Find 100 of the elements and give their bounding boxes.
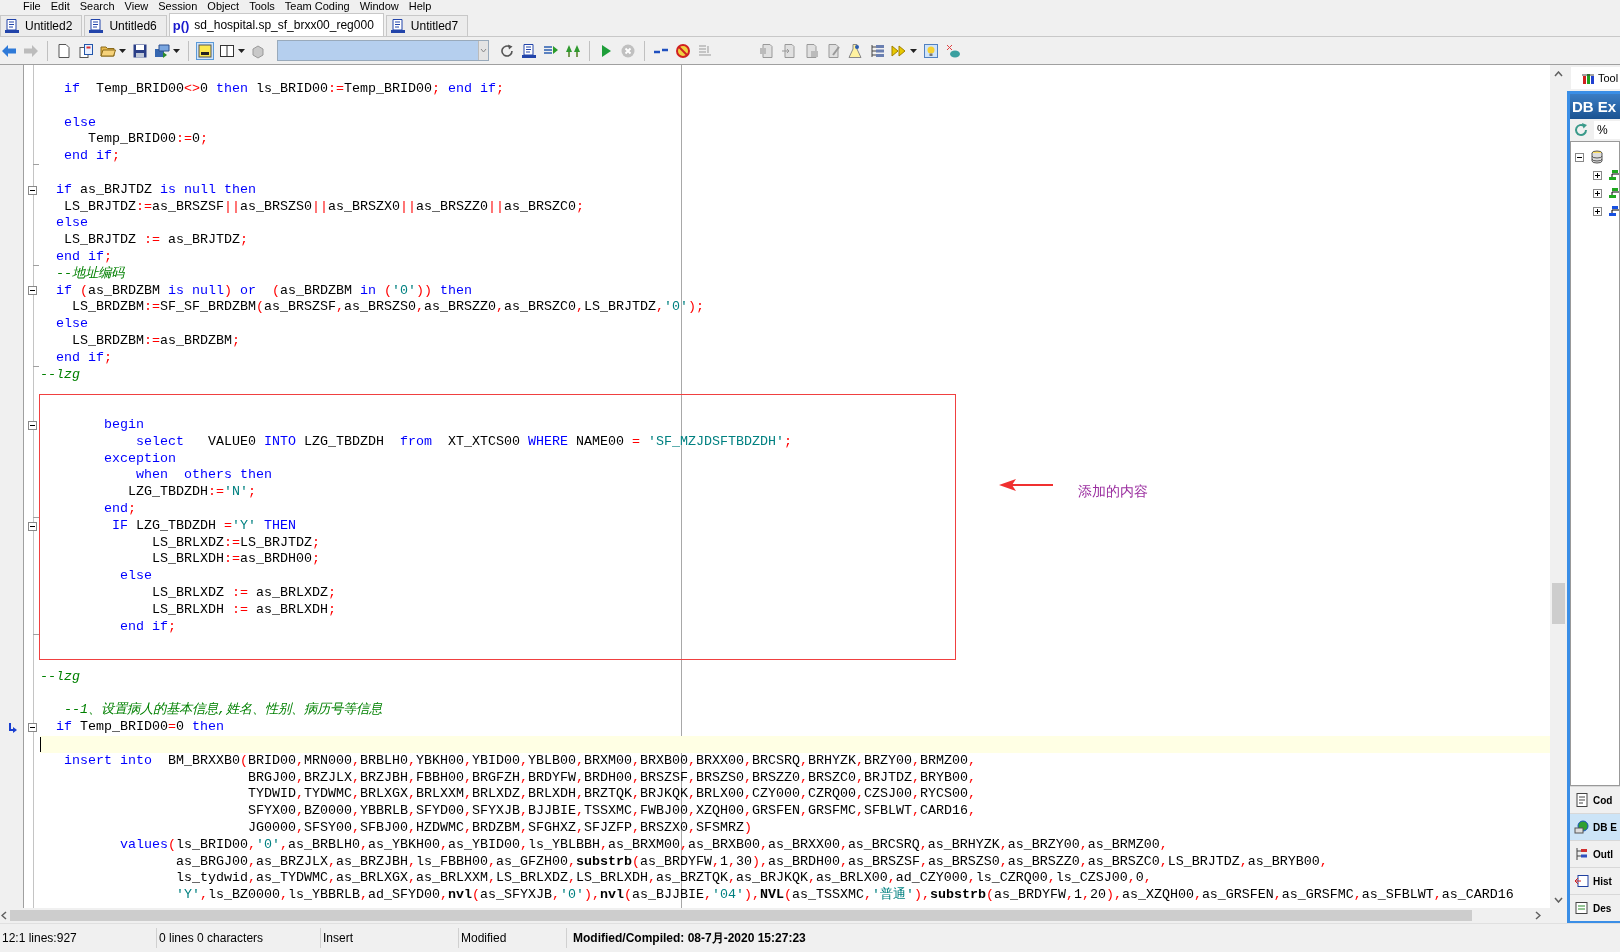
code-line: BRGJ00,BRZJLX,BRZJBH,FBBH00,BRGFZH,BRDYFW,BRDH00,BRSZSF,BRSZS0,BRSZZ0,BRSZC0,BRJTDZ,BRYB00,	[248, 769, 976, 787]
code-line: begin	[104, 416, 144, 434]
code-line: end if;	[120, 618, 176, 636]
outline-icon[interactable]	[869, 42, 885, 59]
code-line: --lzg	[40, 668, 80, 686]
tools-icon	[1581, 71, 1595, 85]
expand-icon[interactable]	[1593, 170, 1602, 180]
code-line: end;	[104, 500, 136, 518]
menu-item[interactable]: Team Coding	[279, 0, 355, 13]
flask-icon[interactable]	[847, 42, 863, 59]
code-line: else	[120, 568, 152, 585]
collapse-icon[interactable]	[27, 521, 37, 531]
code-line: values(ls_BRID00,'0',as_BRBLH0,as_YBKH00,as_YBID00,ls_YBLBBH,as_BRXM00,as_BRXB00,as_BRXX00,as_BRCSRQ,as_BRHYZK,as_BRZY00,as_BRMZ00,	[120, 836, 1168, 854]
code-line: else	[56, 316, 88, 333]
code-line: IF LZG_TBDZDH ='Y' THEN	[112, 517, 296, 535]
outline-icon	[1574, 846, 1590, 862]
code-line: if as_BRJTDZ is null then	[56, 181, 256, 199]
scrollbar-thumb[interactable]	[10, 910, 1472, 921]
editor-tab[interactable]: Untitled6	[84, 15, 167, 36]
code-line: --lzg	[40, 366, 80, 384]
collapse-icon[interactable]	[27, 185, 37, 195]
script-icon	[4, 18, 20, 34]
code-line: LS_BRLXDH := as_BRLXDH;	[152, 601, 336, 619]
database-icon	[1591, 150, 1603, 164]
collapse-icon[interactable]	[27, 420, 37, 430]
code-line: else	[56, 215, 88, 233]
code-line: as_BRGJ00,as_BRZJLX,as_BRZJBH,ls_FBBH00,as_GFZH00,substrb(as_BRDYFW,1,30),as_BRDH00,as_BRSZSF,as_BRSZS0,as_BRSZZ0,as_BRSZC0,LS_BRJTDZ,as_BRYB00,	[176, 853, 1328, 871]
script-icon[interactable]	[521, 42, 537, 59]
panel-tab[interactable]: Hist	[1570, 867, 1620, 894]
script-icon	[389, 18, 406, 34]
panel-title: Tool	[1598, 72, 1619, 84]
code-line: LS_BRDZBM:=as_BRDZBM;	[72, 332, 240, 350]
documents-icon[interactable]	[78, 42, 94, 59]
expand-icon[interactable]	[1593, 188, 1602, 198]
code-line: --地址编码	[56, 265, 124, 283]
code-line: Temp_BRID00:=0;	[88, 131, 208, 149]
refresh-icon[interactable]	[1573, 122, 1589, 138]
code-line: select VALUE0 INTO LZG_TBDZDH from XT_XTCS00 WHERE NAME00 = 'SF_MZJDSFTBDZDH';	[136, 433, 792, 451]
editor-tab[interactable]: Untitled7	[385, 15, 469, 36]
menu-item[interactable]: Search	[74, 0, 120, 13]
highlight-icon[interactable]	[197, 42, 213, 59]
prohibited-icon[interactable]	[675, 42, 691, 59]
code-line: SFYX00,BZ0000,YBBRLB,SFYD00,SFYXJB,BJJBIE,TSSXMC,FWBJ00,XZQH00,GRSFEN,GRSFMC,SFBLWT,CARD16,	[248, 803, 976, 821]
code-line: LS_BRDZBM:=SF_SF_BRDZBM(as_BRSZSF,as_BRSZS0,as_BRSZZ0,as_BRSZC0,LS_BRJTDZ,'0');	[72, 299, 704, 317]
code-line: TYDWID,TYDWMC,BRLXGX,BRLXXM,BRLXDZ,BRLXDH,BRZTQK,BRJKQK,BRLX00,CZY000,CZRQ00,CZSJ00,RYCS00,	[248, 786, 976, 804]
code-line: LZG_TBDZDH:='N';	[128, 484, 256, 501]
code-line: when others then	[136, 467, 272, 485]
scrollbar-thumb[interactable]	[1552, 583, 1565, 624]
code-line: end if;	[56, 349, 112, 367]
menu-item[interactable]: Object	[202, 0, 245, 13]
filter-field[interactable]: %	[1594, 121, 1620, 139]
chevron-right-icon[interactable]	[1535, 911, 1541, 920]
code-line: insert into BM_BRXXB0(BRID00,MRN000,BRBLH0,YBKH00,YBID00,YBLB00,BRXM00,BRXB00,BRXX00,BRCSRQ,BRHYZK,BRZY00,BRMZ00,	[64, 752, 976, 770]
code-line: LS_BRJTDZ:=as_BRSZSF||as_BRSZS0||as_BRSZX0||as_BRSZZ0||as_BRSZC0;	[64, 198, 584, 216]
panel-tab[interactable]: DB E	[1570, 813, 1620, 840]
expand-icon[interactable]	[1593, 206, 1602, 216]
panel-tab[interactable]: Outl	[1570, 840, 1620, 867]
collapse-icon[interactable]	[1575, 152, 1584, 162]
status-field: Insert	[321, 928, 459, 948]
caret-icon[interactable]	[119, 48, 126, 53]
panel-tab[interactable]: Des	[1570, 894, 1620, 921]
menu-item[interactable]: View	[119, 0, 154, 13]
editor-tab[interactable]: Untitled2	[0, 15, 83, 36]
menu-item[interactable]: Tools	[244, 0, 280, 13]
code-line: if Temp_BRID00<>0 then ls_BRID00:=Temp_BRID00; end if;	[64, 81, 504, 98]
code-line: exception	[104, 450, 176, 468]
code-line: LS_BRLXDH:=as_BRDH00;	[152, 551, 320, 569]
history-icon	[1574, 873, 1590, 889]
editor-tab[interactable]: p() sd_hospital.sp_sf_brxx00_reg000	[168, 13, 384, 36]
code-line: end if;	[64, 148, 120, 165]
code-line: --1、设置病人的基本信息,姓名、性别、病历号等信息	[64, 702, 382, 720]
menu-item[interactable]: Window	[354, 0, 404, 13]
refresh-icon[interactable]	[499, 42, 515, 59]
menu-item[interactable]: Help	[403, 0, 437, 13]
code-line: LS_BRJTDZ := as_BRJTDZ;	[64, 232, 248, 249]
chevron-down-icon[interactable]	[1554, 897, 1563, 903]
caret-icon[interactable]	[910, 48, 917, 53]
code-icon	[1574, 792, 1590, 808]
menu-item[interactable]: Edit	[45, 0, 75, 13]
stack-icon[interactable]	[154, 42, 170, 59]
collapse-icon[interactable]	[27, 286, 37, 296]
code-line: LS_BRLXDZ:=LS_BRJTDZ;	[152, 534, 320, 552]
code-line: if (as_BRDZBM is null) or (as_BRDZBM in ('0')) then	[56, 282, 472, 300]
collapse-icon[interactable]	[27, 723, 37, 733]
caret-icon[interactable]	[173, 48, 180, 53]
chevron-up-icon[interactable]	[1554, 71, 1563, 77]
status-field: 12:1 lines:927	[0, 928, 157, 948]
text-cursor	[40, 737, 41, 753]
menu-item[interactable]: File	[18, 0, 46, 13]
annotation-label: 添加的内容	[1078, 483, 1148, 501]
new-page-icon[interactable]	[56, 42, 72, 59]
code-line: ls_tydwid,as_TYDWMC,as_BRLXGX,as_BRLXXM,LS_BRLXDZ,LS_BRLXDH,as_BRZTQK,as_BRJKQK,as_BRLX00,ad_CZY000,ls_CZRQ00,ls_CZSJ00,0,	[176, 870, 1152, 887]
bulb-icon[interactable]	[923, 42, 939, 59]
chevron-down-icon	[478, 41, 488, 60]
chevron-left-icon[interactable]	[1, 911, 7, 920]
menu-item[interactable]: Session	[153, 0, 203, 13]
split-view-icon[interactable]	[219, 42, 235, 59]
code-line: 'Y',ls_BZ0000,ls_YBBRLB,ad_SFYD00,nvl(as_SFYXJB,'0'),nvl(as_BJJBIE,'04'),NVL(as_TSSXMC,'普通'),substrb(as_BRDYFW,1,20),as_XZQH00,as_GRSFEN,as_GRSFMC,as_SFBLWT,as_CARD16	[176, 887, 1514, 905]
caret-icon[interactable]	[238, 48, 245, 53]
save-icon[interactable]	[132, 42, 148, 59]
